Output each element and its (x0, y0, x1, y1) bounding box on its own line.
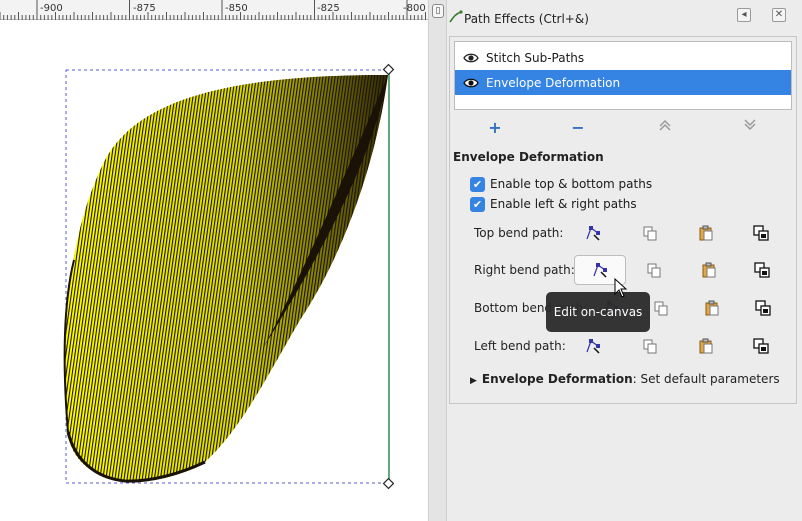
paste-button[interactable] (695, 336, 717, 356)
dialog-header: Path Effects (Ctrl+&) ◂ ✕ (447, 0, 802, 36)
link-icon (753, 225, 769, 241)
copy-icon (647, 263, 661, 278)
ruler-ticks (0, 0, 426, 20)
list-item-selected[interactable]: Envelope Deformation (455, 70, 791, 95)
link-icon (753, 338, 769, 354)
panel-splitter[interactable]: ▯ (428, 0, 447, 521)
link-icon (754, 262, 770, 278)
bend-label: Top bend path: (474, 226, 564, 240)
node-handle[interactable] (382, 477, 395, 490)
paste-icon (705, 300, 719, 316)
ruler-label: -850 (225, 3, 248, 14)
mouse-cursor-icon (614, 278, 628, 298)
paste-button[interactable] (698, 260, 720, 280)
close-icon[interactable]: ✕ (772, 8, 786, 22)
checkbox-label: Enable top & bottom paths (490, 177, 653, 191)
eye-icon[interactable] (459, 52, 483, 64)
bend-label: Left bend path: (474, 339, 566, 353)
node-edit-icon (586, 339, 600, 354)
copy-button[interactable] (639, 336, 661, 356)
paste-icon (699, 225, 713, 241)
move-up-button[interactable] (654, 117, 676, 139)
node-edit-icon (593, 263, 607, 278)
splitter-grip-icon[interactable]: ▯ (432, 4, 444, 18)
link-button[interactable] (750, 336, 772, 356)
drawing[interactable] (0, 20, 428, 521)
remove-effect-button[interactable]: − (567, 117, 589, 139)
ruler-label: -875 (133, 3, 156, 14)
list-item[interactable]: Stitch Sub-Paths (455, 45, 791, 70)
effects-panel: Stitch Sub-Paths Envelope Deformation + … (449, 36, 797, 404)
link-button[interactable] (751, 260, 773, 280)
copy-button[interactable] (650, 298, 672, 318)
horizontal-ruler[interactable]: -900 -875 -850 -825 -800 (0, 0, 428, 20)
list-toolbar: + − (450, 117, 798, 139)
checkbox-top-bottom[interactable]: ✔ Enable top & bottom paths (470, 175, 652, 193)
expander-title: Envelope Deformation (481, 372, 633, 386)
detach-icon[interactable]: ◂ (737, 8, 751, 22)
checkbox-label: Enable left & right paths (490, 197, 637, 211)
ruler-label: -825 (317, 3, 340, 14)
copy-button[interactable] (639, 223, 661, 243)
dialog-empty-area (447, 404, 802, 521)
canvas-area[interactable]: -900 -875 -850 -825 -800 (0, 0, 428, 521)
leaf-shadow (65, 75, 388, 482)
paste-button[interactable] (695, 223, 717, 243)
bend-row-top: Top bend path: (450, 221, 798, 247)
effect-label: Envelope Deformation (486, 75, 621, 90)
effect-label: Stitch Sub-Paths (486, 50, 585, 65)
path-effects-icon (449, 10, 463, 23)
link-button[interactable] (750, 223, 772, 243)
paste-icon (702, 262, 716, 278)
link-button[interactable] (752, 298, 774, 318)
paste-icon (699, 338, 713, 354)
link-icon (755, 300, 771, 316)
effects-list[interactable]: Stitch Sub-Paths Envelope Deformation (454, 41, 792, 110)
checkbox-left-right[interactable]: ✔ Enable left & right paths (470, 195, 637, 213)
copy-icon (643, 226, 657, 241)
copy-button[interactable] (643, 260, 665, 280)
section-title: Envelope Deformation (453, 150, 604, 164)
ruler-label: -800 (403, 3, 426, 14)
move-down-button[interactable] (739, 117, 761, 139)
bend-row-left: Left bend path: (450, 334, 798, 360)
expander-subtitle: : Set default parameters (632, 372, 780, 386)
path-effects-dialog: Path Effects (Ctrl+&) ◂ ✕ Stitch Sub-Pat… (447, 0, 802, 521)
copy-icon (654, 301, 668, 316)
paste-button[interactable] (701, 298, 723, 318)
eye-icon[interactable] (459, 77, 483, 89)
bend-label: Right bend path: (474, 263, 575, 277)
expander-arrow-icon[interactable]: ▶ (470, 376, 477, 386)
add-effect-button[interactable]: + (484, 117, 506, 139)
checkbox-checked-icon[interactable]: ✔ (470, 176, 485, 192)
node-handle[interactable] (382, 63, 395, 76)
checkbox-checked-icon[interactable]: ✔ (470, 196, 485, 212)
edit-on-canvas-button[interactable] (582, 336, 604, 356)
default-parameters-expander[interactable]: ▶ Envelope Deformation: Set default param… (470, 372, 780, 386)
down-arrow-icon (744, 119, 756, 131)
node-edit-icon (586, 226, 600, 241)
tooltip: Edit on-canvas (546, 292, 650, 332)
copy-icon (643, 339, 657, 354)
dialog-title: Path Effects (Ctrl+&) (464, 12, 589, 26)
up-arrow-icon (659, 119, 671, 131)
edit-on-canvas-button[interactable] (582, 223, 604, 243)
ruler-label: -900 (40, 3, 63, 14)
